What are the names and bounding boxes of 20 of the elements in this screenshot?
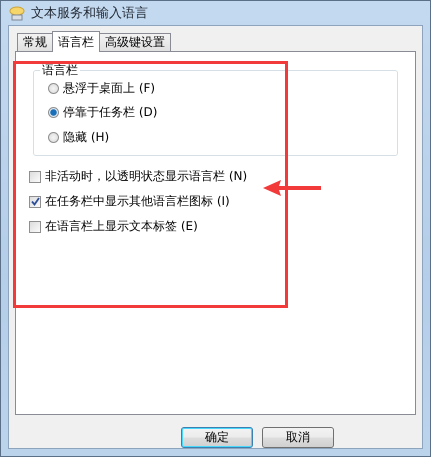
checkbox-label[interactable]: 在任务栏中显示其他语言栏图标 (I): [45, 193, 230, 210]
keyboard-icon: [9, 5, 25, 21]
checkbox[interactable]: [29, 220, 41, 232]
option-label[interactable]: 隐藏 (H): [63, 128, 110, 146]
cancel-button[interactable]: 取消: [262, 427, 334, 448]
checkbox-label[interactable]: 在语言栏上显示文本标签 (E): [45, 218, 198, 235]
option-label[interactable]: 悬浮于桌面上 (F): [63, 80, 156, 98]
checkbox[interactable]: [29, 170, 41, 182]
option-label[interactable]: 停靠于任务栏 (D): [63, 104, 158, 121]
checkbox-label[interactable]: 非活动时，以透明状态显示语言栏 (N): [45, 168, 248, 185]
radio-button[interactable]: [48, 106, 59, 118]
radio-button[interactable]: [48, 132, 59, 143]
window-title: 文本服务和输入语言: [31, 5, 148, 22]
radio-button[interactable]: [48, 83, 59, 94]
tab[interactable]: 语言栏: [52, 31, 100, 52]
tab[interactable]: 常规: [17, 33, 53, 52]
tab[interactable]: 高级键设置: [99, 33, 171, 52]
arrow-icon: [263, 180, 321, 196]
checkbox[interactable]: [29, 196, 41, 208]
ok-button[interactable]: 确定: [181, 427, 253, 448]
